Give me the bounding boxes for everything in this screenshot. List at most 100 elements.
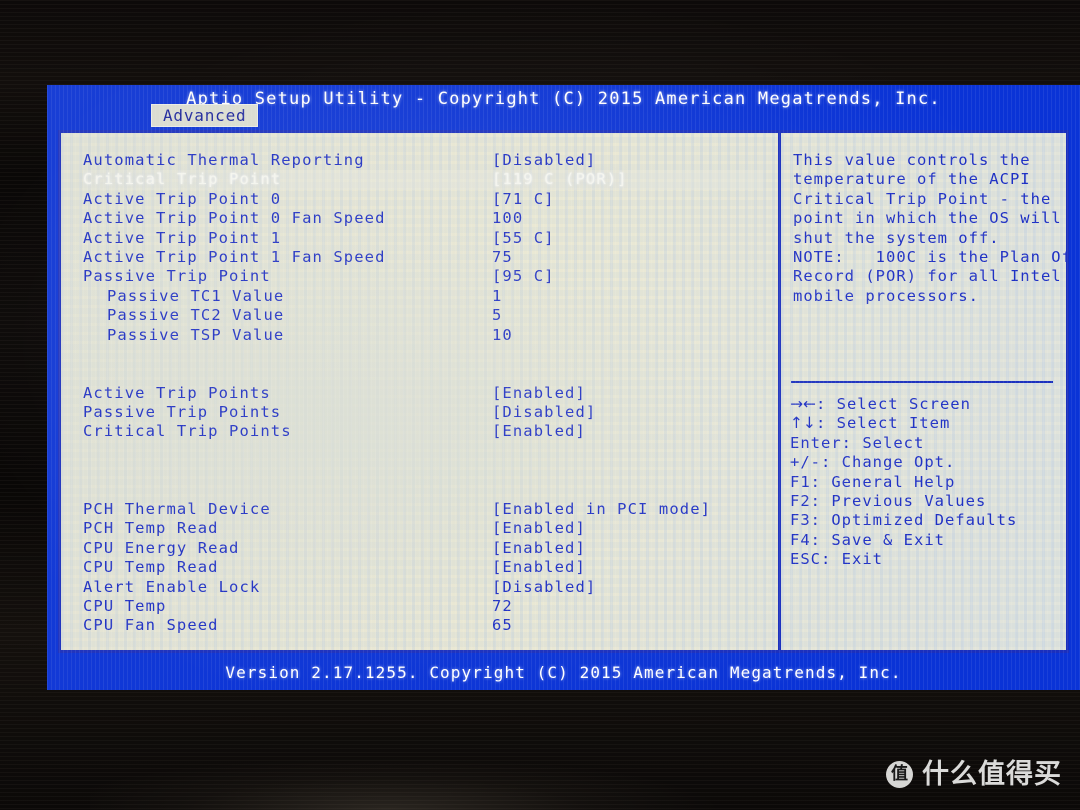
key-legend-line: +/-: Change Opt. bbox=[790, 453, 1060, 472]
settings-row-spacer bbox=[83, 481, 763, 500]
key-legend-label: F1: General Help bbox=[790, 472, 956, 491]
tab-advanced[interactable]: Advanced bbox=[151, 104, 259, 127]
help-text: This value controls the temperature of th… bbox=[793, 151, 1072, 306]
setting-label: Active Trip Point 0 Fan Speed bbox=[83, 209, 386, 228]
setting-label: Passive TSP Value bbox=[107, 325, 285, 344]
key-legend-label: Enter: Select bbox=[790, 433, 925, 452]
setting-label: CPU Energy Read bbox=[83, 538, 240, 557]
setting-value: 65 bbox=[492, 616, 513, 635]
settings-row[interactable]: Passive Trip Points [Disabled] bbox=[83, 403, 763, 422]
watermark-logo-icon: 值 bbox=[886, 761, 913, 788]
settings-row[interactable]: Passive Trip Point [95 C] bbox=[83, 267, 763, 286]
help-pane: This value controls the temperature of th… bbox=[778, 133, 1072, 650]
key-legend-label: F3: Optimized Defaults bbox=[790, 511, 1018, 530]
key-legend-label: ESC: Exit bbox=[790, 550, 883, 569]
setting-value: 1 bbox=[492, 286, 503, 305]
key-legend-line: ESC: Exit bbox=[790, 550, 1060, 569]
settings-row[interactable]: PCH Temp Read [Enabled] bbox=[83, 519, 763, 538]
bios-screen: Aptio Setup Utility - Copyright (C) 2015… bbox=[47, 85, 1080, 690]
settings-row[interactable]: Alert Enable Lock [Disabled] bbox=[83, 578, 763, 597]
desk-highlight bbox=[90, 740, 830, 810]
setting-value: 75 bbox=[492, 247, 513, 266]
setting-value: [119 C (POR)] bbox=[492, 170, 628, 189]
setting-value: 72 bbox=[492, 596, 513, 615]
settings-row[interactable]: CPU Energy Read [Enabled] bbox=[83, 539, 763, 558]
help-line: Record (POR) for all Intel bbox=[793, 267, 1062, 286]
help-line: shut the system off. bbox=[793, 228, 1000, 247]
settings-row[interactable]: CPU Fan Speed 65 bbox=[83, 616, 763, 635]
settings-row-spacer bbox=[83, 364, 763, 383]
settings-row[interactable]: Active Trip Points [Enabled] bbox=[83, 384, 763, 403]
setting-label: CPU Temp Read bbox=[83, 558, 219, 577]
setting-value: [71 C] bbox=[492, 189, 555, 208]
settings-row[interactable]: Critical Trip Points [Enabled] bbox=[83, 422, 763, 441]
key-legend-line: Enter: Select bbox=[790, 434, 1060, 453]
page-title: Aptio Setup Utility - Copyright (C) 2015… bbox=[186, 89, 941, 109]
key-legend-line: F4: Save & Exit bbox=[790, 531, 1060, 550]
setting-label: CPU Fan Speed bbox=[83, 616, 219, 635]
key-legend-line: F3: Optimized Defaults bbox=[790, 511, 1060, 530]
settings-list: Automatic Thermal Reporting [Disabled] Cri… bbox=[83, 151, 763, 636]
key-legend-label: : Select Screen bbox=[815, 395, 971, 413]
setting-label: PCH Temp Read bbox=[83, 519, 219, 538]
setting-label: Critical Trip Points bbox=[83, 422, 292, 441]
settings-row[interactable]: CPU Temp 72 bbox=[83, 597, 763, 616]
setting-label: PCH Thermal Device bbox=[83, 500, 271, 519]
key-legend: →←: Select Screen ↑↓: Select Item Enter: S… bbox=[790, 395, 1060, 570]
setting-label: Active Trip Point 0 bbox=[83, 189, 282, 208]
arrow-keys-icon: →← bbox=[790, 395, 816, 413]
setting-label: Active Trip Point 1 bbox=[83, 228, 282, 247]
key-legend-label: F4: Save & Exit bbox=[790, 530, 945, 549]
help-line: point in which the OS will bbox=[793, 209, 1062, 228]
settings-row[interactable]: Active Trip Point 1 [55 C] bbox=[83, 229, 763, 248]
setting-label: Passive TC1 Value bbox=[107, 286, 285, 305]
setting-value: [Enabled] bbox=[492, 519, 586, 538]
help-line: NOTE: 100C is the Plan Of bbox=[793, 248, 1072, 267]
settings-row[interactable]: CPU Temp Read [Enabled] bbox=[83, 558, 763, 577]
setting-value: [Disabled] bbox=[492, 403, 597, 422]
setting-value: [55 C] bbox=[492, 228, 555, 247]
setting-label: Alert Enable Lock bbox=[83, 577, 261, 596]
setting-value: [Enabled] bbox=[492, 558, 586, 577]
key-legend-line: F2: Previous Values bbox=[790, 492, 1060, 511]
key-legend-label: F2: Previous Values bbox=[790, 492, 987, 511]
key-legend-label: : Select Item bbox=[815, 414, 951, 433]
setting-value: [Disabled] bbox=[492, 577, 597, 596]
watermark: 值 什么值得买 bbox=[886, 761, 1062, 788]
setting-label: Passive Trip Point bbox=[83, 267, 271, 286]
settings-row-spacer bbox=[83, 461, 763, 480]
tab-advanced-label: Advanced bbox=[163, 106, 247, 125]
help-line: mobile processors. bbox=[793, 286, 979, 305]
settings-row[interactable]: Active Trip Point 0 [71 C] bbox=[83, 190, 763, 209]
setting-label: Active Trip Point 1 Fan Speed bbox=[83, 247, 386, 266]
setting-value: [Enabled] bbox=[492, 422, 586, 441]
setting-value: 100 bbox=[492, 209, 524, 228]
help-line: Critical Trip Point - the bbox=[793, 189, 1052, 208]
settings-row[interactable]: Automatic Thermal Reporting [Disabled] bbox=[83, 151, 763, 170]
setting-value: [Enabled in PCI mode] bbox=[492, 500, 712, 519]
settings-row[interactable]: Passive TC1 Value 1 bbox=[83, 287, 763, 306]
key-legend-line: →←: Select Screen bbox=[790, 395, 1060, 414]
settings-row[interactable]: Active Trip Point 1 Fan Speed 75 bbox=[83, 248, 763, 267]
settings-row[interactable]: Active Trip Point 0 Fan Speed 100 bbox=[83, 209, 763, 228]
arrow-keys-icon: ↑↓ bbox=[790, 414, 816, 433]
setting-value: [95 C] bbox=[492, 267, 555, 286]
bios-content-panel: Automatic Thermal Reporting [Disabled] Cri… bbox=[58, 130, 1072, 653]
setting-value: [Disabled] bbox=[492, 151, 597, 169]
watermark-text: 什么值得买 bbox=[922, 759, 1062, 790]
settings-row[interactable]: Critical Trip Point [119 C (POR)] bbox=[83, 170, 763, 190]
settings-row[interactable]: Passive TSP Value 10 bbox=[83, 326, 763, 345]
settings-pane: Automatic Thermal Reporting [Disabled] Cri… bbox=[61, 133, 778, 650]
setting-label: Passive TC2 Value bbox=[107, 306, 285, 325]
setting-label: Active Trip Points bbox=[83, 383, 271, 402]
key-legend-label: +/-: Change Opt. bbox=[790, 453, 956, 472]
setting-value: 5 bbox=[492, 306, 503, 325]
settings-row[interactable]: Passive TC2 Value 5 bbox=[83, 306, 763, 325]
settings-row-spacer bbox=[83, 442, 763, 461]
key-legend-line: ↑↓: Select Item bbox=[790, 414, 1060, 433]
help-divider bbox=[791, 381, 1053, 383]
setting-value: [Enabled] bbox=[492, 383, 586, 402]
settings-row[interactable]: PCH Thermal Device [Enabled in PCI mode] bbox=[83, 500, 763, 519]
photo-of-monitor: Aptio Setup Utility - Copyright (C) 2015… bbox=[0, 0, 1080, 810]
setting-label: Automatic Thermal Reporting bbox=[83, 151, 365, 169]
